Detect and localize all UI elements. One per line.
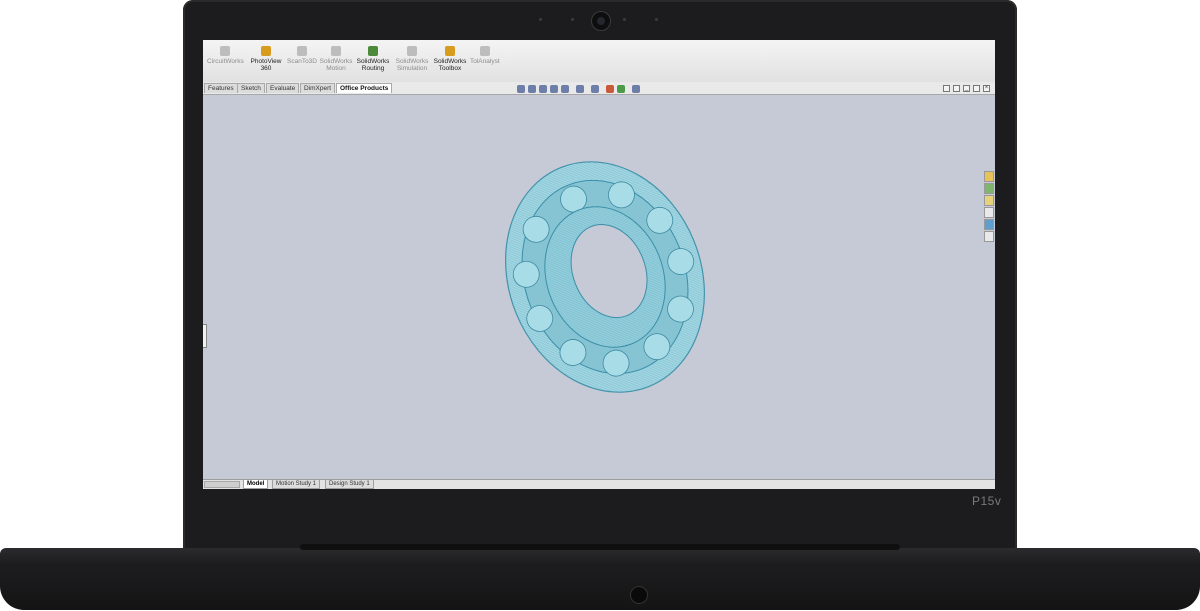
photoview-icon bbox=[261, 46, 271, 56]
tool-solidworks-simulation[interactable]: SolidWorks Simulation bbox=[394, 46, 430, 72]
bearing-model[interactable] bbox=[203, 95, 995, 479]
tool-label: SolidWorks Toolbox bbox=[433, 58, 467, 72]
design-library-icon[interactable] bbox=[984, 183, 994, 194]
tool-label: SolidWorks Simulation bbox=[395, 58, 429, 72]
task-pane-tabs bbox=[984, 171, 994, 242]
sensor-dot bbox=[571, 18, 574, 21]
view-settings-icon[interactable] bbox=[632, 85, 640, 93]
zoom-to-area-icon[interactable] bbox=[528, 85, 536, 93]
split-icon[interactable] bbox=[953, 85, 960, 92]
previous-view-icon[interactable] bbox=[539, 85, 547, 93]
tool-label: SolidWorks Routing bbox=[356, 58, 390, 72]
tool-photoview-360[interactable]: PhotoView 360 bbox=[251, 46, 281, 72]
sensor-dot bbox=[655, 18, 658, 21]
circuitworks-icon bbox=[220, 46, 231, 56]
tab-dimxpert[interactable]: DimXpert bbox=[300, 83, 336, 93]
simulation-icon bbox=[407, 46, 417, 56]
toolbox-icon bbox=[445, 46, 455, 56]
tab-scroll-arrows[interactable] bbox=[204, 481, 240, 488]
tool-solidworks-routing[interactable]: SolidWorks Routing bbox=[356, 46, 390, 72]
tool-solidworks-motion[interactable]: SolidWorks Motion bbox=[319, 46, 353, 72]
solidworks-resources-icon[interactable] bbox=[984, 171, 994, 182]
sensor-dot bbox=[539, 18, 542, 21]
tile-icon[interactable] bbox=[943, 85, 950, 92]
section-view-icon[interactable] bbox=[550, 85, 558, 93]
motion-icon bbox=[331, 46, 341, 56]
heads-up-view-toolbar bbox=[517, 85, 640, 93]
tab-model[interactable]: Model bbox=[243, 480, 269, 489]
apply-scene-icon[interactable] bbox=[617, 85, 625, 93]
close-icon[interactable]: × bbox=[983, 85, 990, 92]
tool-label: ScanTo3D bbox=[287, 58, 317, 65]
tool-scanto3d[interactable]: ScanTo3D bbox=[287, 46, 317, 65]
webcam-icon bbox=[591, 11, 611, 31]
tool-solidworks-toolbox[interactable]: SolidWorks Toolbox bbox=[432, 46, 468, 72]
search-icon[interactable] bbox=[984, 207, 994, 218]
scanto3d-icon bbox=[297, 46, 307, 56]
tab-features[interactable]: Features bbox=[204, 83, 238, 93]
tool-tolanalyst[interactable]: TolAnalyst bbox=[470, 46, 500, 65]
hinge bbox=[300, 544, 900, 550]
tab-design-study-1[interactable]: Design Study 1 bbox=[325, 480, 374, 489]
window-controls: _ × bbox=[943, 85, 990, 92]
tab-evaluate[interactable]: Evaluate bbox=[266, 83, 300, 93]
tool-label: TolAnalyst bbox=[470, 58, 500, 65]
feature-manager-handle[interactable] bbox=[203, 324, 207, 348]
model-tabs-bar: Model Motion Study 1 Design Study 1 bbox=[203, 479, 995, 489]
tool-label: CircuitWorks bbox=[207, 58, 244, 65]
minimize-icon[interactable]: _ bbox=[963, 85, 970, 92]
tab-sketch[interactable]: Sketch bbox=[237, 83, 265, 93]
file-explorer-icon[interactable] bbox=[984, 195, 994, 206]
display-style-icon[interactable] bbox=[576, 85, 584, 93]
command-manager: CircuitWorks PhotoView 360 ScanTo3D Soli… bbox=[203, 40, 995, 83]
tab-office-products[interactable]: Office Products bbox=[336, 83, 393, 93]
custom-properties-icon[interactable] bbox=[984, 231, 994, 242]
laptop-base bbox=[0, 548, 1200, 610]
routing-icon bbox=[368, 46, 378, 56]
view-orientation-icon[interactable] bbox=[561, 85, 569, 93]
tool-label: PhotoView 360 bbox=[250, 58, 282, 72]
tab-motion-study-1[interactable]: Motion Study 1 bbox=[272, 480, 321, 489]
edit-appearance-icon[interactable] bbox=[606, 85, 614, 93]
screen: CircuitWorks PhotoView 360 ScanTo3D Soli… bbox=[203, 40, 995, 489]
sensor-dot bbox=[623, 18, 626, 21]
tolanalyst-icon bbox=[479, 46, 490, 56]
tool-circuitworks[interactable]: CircuitWorks bbox=[207, 46, 244, 65]
tool-label: SolidWorks Motion bbox=[319, 58, 353, 72]
model-label: P15v bbox=[972, 494, 1002, 508]
zoom-to-fit-icon[interactable] bbox=[517, 85, 525, 93]
lid-notch bbox=[630, 586, 648, 604]
restore-icon[interactable] bbox=[973, 85, 980, 92]
hide-show-items-icon[interactable] bbox=[591, 85, 599, 93]
graphics-viewport[interactable] bbox=[203, 95, 995, 489]
appearances-icon[interactable] bbox=[984, 219, 994, 230]
